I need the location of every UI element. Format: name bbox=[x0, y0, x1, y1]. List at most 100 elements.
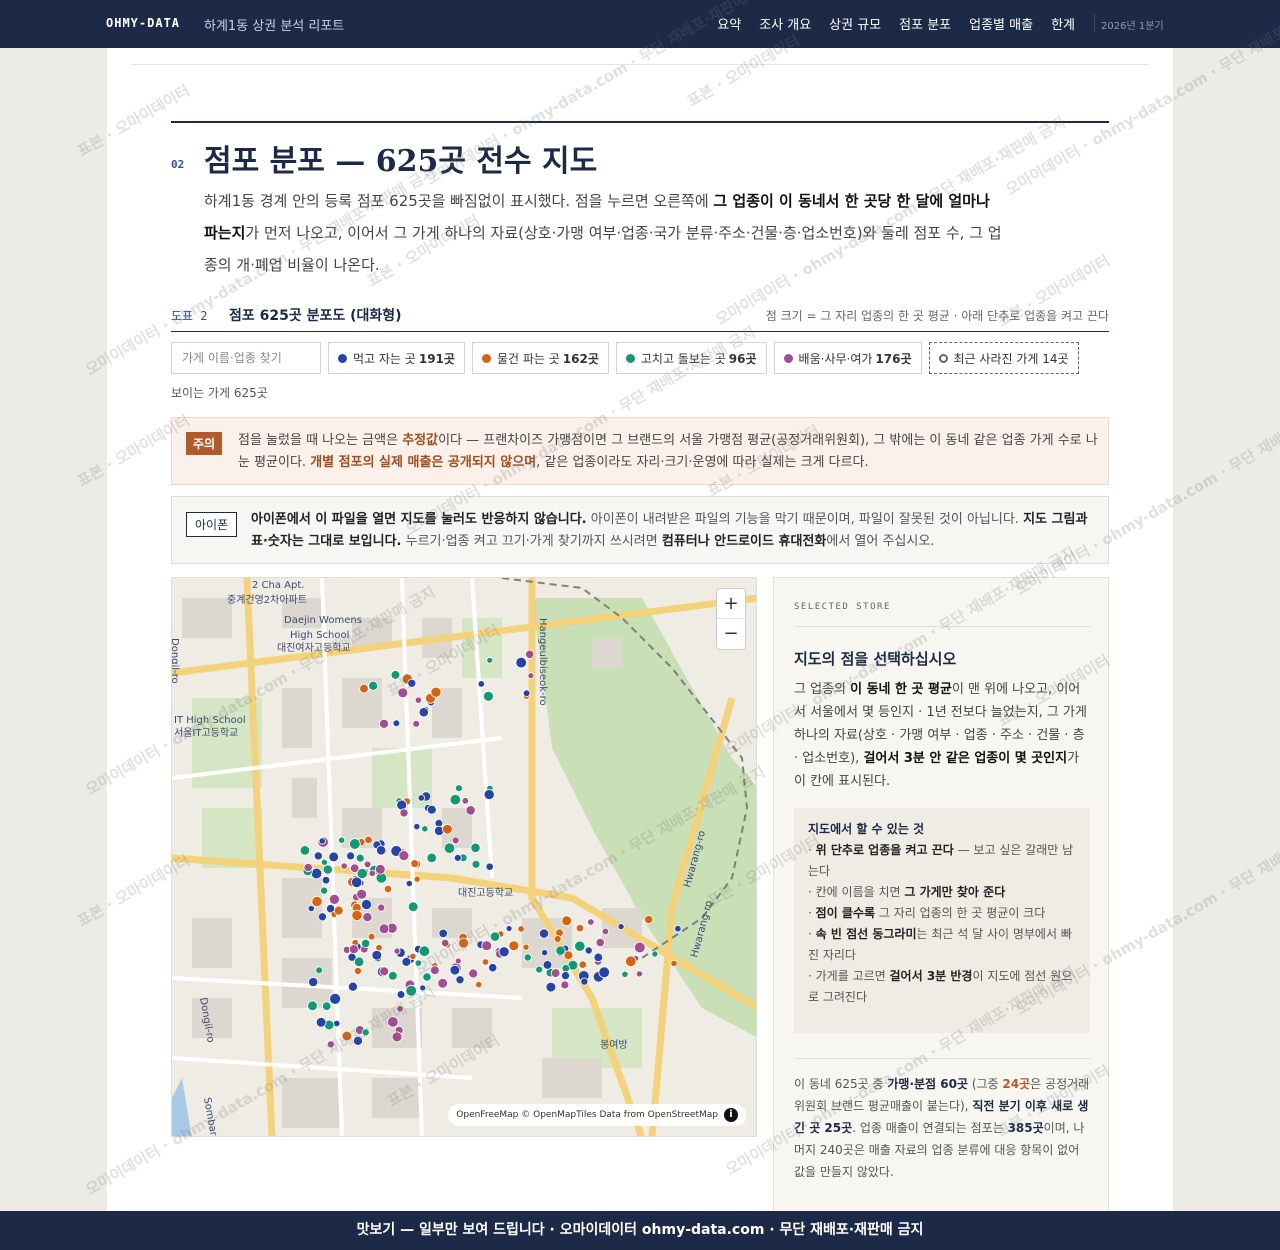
store-point[interactable] bbox=[299, 845, 311, 856]
store-point[interactable] bbox=[326, 1040, 335, 1049]
store-point[interactable] bbox=[317, 912, 327, 922]
store-point[interactable] bbox=[454, 957, 462, 965]
store-point[interactable] bbox=[313, 851, 323, 861]
store-point[interactable] bbox=[417, 794, 425, 802]
store-point[interactable] bbox=[399, 808, 409, 818]
store-point[interactable] bbox=[363, 860, 372, 869]
store-point[interactable] bbox=[401, 956, 412, 967]
store-point[interactable] bbox=[545, 981, 557, 993]
store-point[interactable] bbox=[352, 1035, 363, 1046]
store-point[interactable] bbox=[553, 935, 562, 943]
store-point[interactable] bbox=[453, 853, 462, 862]
store-point[interactable] bbox=[367, 932, 376, 941]
store-point[interactable] bbox=[422, 972, 432, 982]
store-point[interactable] bbox=[315, 1016, 327, 1028]
store-point[interactable] bbox=[508, 940, 520, 952]
store-point[interactable] bbox=[310, 867, 323, 880]
store-point[interactable] bbox=[421, 825, 429, 833]
store-point[interactable] bbox=[598, 966, 611, 979]
nav-item-overview[interactable]: 조사 개요 bbox=[759, 14, 811, 33]
store-point[interactable] bbox=[361, 938, 371, 948]
nav-item-sales[interactable]: 업종별 매출 bbox=[969, 14, 1033, 33]
store-point[interactable] bbox=[349, 838, 361, 850]
store-point[interactable] bbox=[356, 888, 368, 900]
store-point[interactable] bbox=[378, 718, 389, 729]
store-point[interactable] bbox=[396, 1005, 404, 1013]
store-point[interactable] bbox=[418, 945, 431, 957]
store-point[interactable] bbox=[449, 964, 461, 976]
store-point[interactable] bbox=[368, 869, 376, 877]
store-point[interactable] bbox=[410, 859, 420, 868]
store-point[interactable] bbox=[670, 959, 678, 967]
store-point[interactable] bbox=[348, 944, 359, 955]
store-point[interactable] bbox=[338, 836, 346, 844]
store-point[interactable] bbox=[505, 925, 513, 932]
store-point[interactable] bbox=[413, 875, 421, 883]
store-point[interactable] bbox=[405, 984, 418, 997]
store-point[interactable] bbox=[392, 719, 401, 728]
store-point[interactable] bbox=[391, 1031, 403, 1043]
store-point[interactable] bbox=[674, 925, 682, 933]
store-point[interactable] bbox=[477, 680, 485, 688]
store-point[interactable] bbox=[388, 970, 398, 981]
store-point[interactable] bbox=[360, 898, 372, 910]
filter-chip-food-lodging[interactable]: 먹고 자는 곳 191곳 bbox=[328, 342, 465, 374]
store-point[interactable] bbox=[538, 928, 550, 939]
store-point[interactable] bbox=[418, 707, 429, 718]
store-point[interactable] bbox=[393, 947, 401, 955]
store-point[interactable] bbox=[595, 937, 605, 948]
store-point[interactable] bbox=[396, 799, 408, 811]
store-point[interactable] bbox=[451, 836, 460, 845]
store-point[interactable] bbox=[351, 909, 363, 921]
attribution-text[interactable]: OpenFreeMap © OpenMapTiles Data from Ope… bbox=[456, 1110, 718, 1120]
store-point[interactable] bbox=[329, 992, 342, 1005]
store-point[interactable] bbox=[341, 1030, 353, 1042]
store-point[interactable] bbox=[409, 952, 417, 960]
store-point[interactable] bbox=[303, 862, 313, 873]
store-point[interactable] bbox=[458, 937, 470, 949]
store-point[interactable] bbox=[383, 884, 393, 894]
store-point[interactable] bbox=[461, 797, 469, 805]
store-point[interactable] bbox=[347, 981, 358, 992]
store-point[interactable] bbox=[560, 971, 570, 981]
store-point[interactable] bbox=[489, 931, 501, 942]
store-point[interactable] bbox=[414, 959, 422, 967]
store-point[interactable] bbox=[454, 784, 463, 793]
store-point[interactable] bbox=[617, 923, 625, 931]
store-point[interactable] bbox=[523, 953, 532, 962]
store-point[interactable] bbox=[355, 853, 365, 863]
store-point[interactable] bbox=[625, 955, 637, 968]
store-point[interactable] bbox=[430, 686, 442, 698]
store-point[interactable] bbox=[515, 656, 528, 669]
store-point[interactable] bbox=[307, 904, 315, 913]
brand-logo[interactable]: OHMY-DATA bbox=[106, 16, 180, 30]
store-point[interactable] bbox=[550, 968, 561, 978]
store-point[interactable] bbox=[328, 893, 340, 905]
store-point[interactable] bbox=[407, 678, 417, 688]
store-point[interactable] bbox=[584, 946, 593, 955]
store-point[interactable] bbox=[475, 980, 483, 989]
store-point[interactable] bbox=[375, 863, 386, 875]
store-point[interactable] bbox=[621, 970, 629, 978]
store-point[interactable] bbox=[481, 940, 493, 952]
store-point[interactable] bbox=[441, 938, 450, 948]
store-point[interactable] bbox=[396, 990, 406, 999]
store-point[interactable] bbox=[377, 903, 386, 912]
nav-item-limits[interactable]: 한계 bbox=[1051, 14, 1075, 33]
store-point[interactable] bbox=[364, 835, 373, 845]
store-point[interactable] bbox=[371, 949, 383, 961]
store-point[interactable] bbox=[498, 946, 510, 958]
store-point[interactable] bbox=[470, 842, 481, 853]
store-point[interactable] bbox=[442, 823, 453, 835]
store-point[interactable] bbox=[419, 984, 427, 992]
store-point[interactable] bbox=[320, 886, 329, 895]
filter-chip-services[interactable]: 고치고 돌보는 곳 96곳 bbox=[615, 342, 767, 374]
store-point[interactable] bbox=[633, 941, 646, 954]
zoom-in-button[interactable]: + bbox=[717, 589, 745, 619]
store-point[interactable] bbox=[359, 683, 369, 694]
store-point[interactable] bbox=[555, 945, 566, 956]
store-point[interactable] bbox=[321, 1001, 332, 1011]
store-point[interactable] bbox=[593, 952, 604, 963]
store-point[interactable] bbox=[378, 923, 390, 935]
store-point[interactable] bbox=[561, 915, 573, 927]
